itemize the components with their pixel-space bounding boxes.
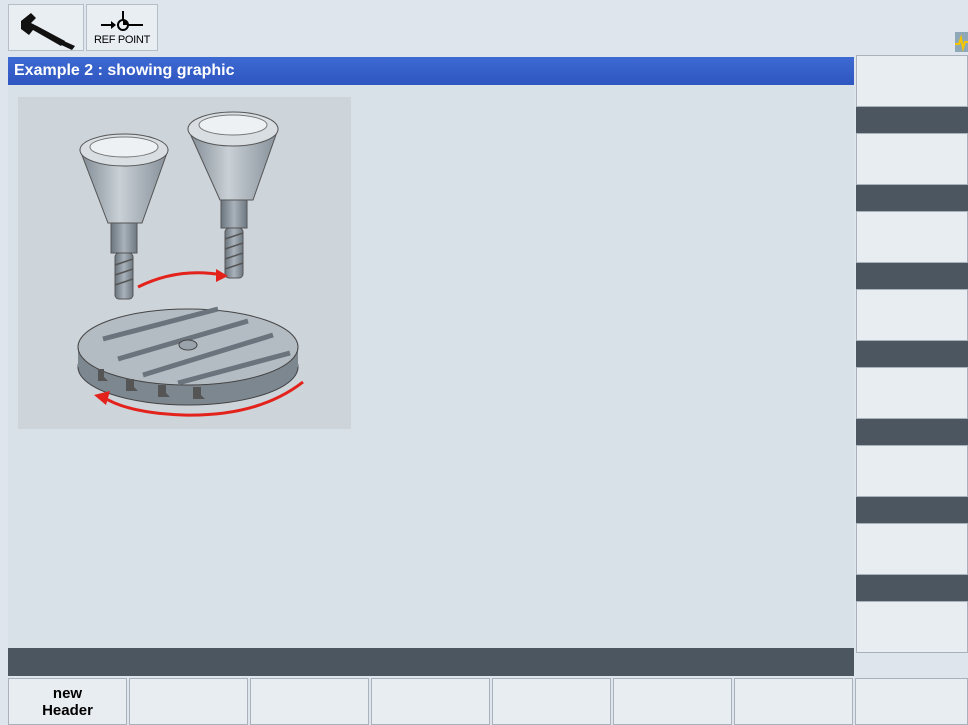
vertical-softkey-3[interactable] bbox=[856, 211, 968, 263]
softkey-divider bbox=[856, 497, 968, 523]
softkey-divider bbox=[856, 575, 968, 601]
horizontal-softkey-6[interactable] bbox=[613, 678, 732, 725]
alarm-status-icon bbox=[955, 32, 968, 52]
vertical-softkey-4[interactable] bbox=[856, 289, 968, 341]
softkey-divider bbox=[856, 107, 968, 133]
tool-left bbox=[79, 133, 169, 300]
separator-bar bbox=[8, 648, 854, 676]
softkey-divider bbox=[856, 263, 968, 289]
vertical-softkeys bbox=[856, 55, 968, 660]
wrench-icon bbox=[21, 13, 75, 50]
horizontal-softkeys: new Header bbox=[8, 678, 968, 725]
ref-point-icon bbox=[101, 11, 143, 31]
softkey-label-line1: new bbox=[52, 685, 83, 702]
horizontal-softkey-8[interactable] bbox=[855, 678, 968, 725]
softkey-label-line2: Header bbox=[42, 702, 93, 719]
horizontal-softkey-7[interactable] bbox=[734, 678, 853, 725]
setup-button[interactable] bbox=[8, 4, 84, 51]
vertical-softkey-1[interactable] bbox=[856, 55, 968, 107]
ref-point-button[interactable]: REF POINT bbox=[86, 4, 158, 51]
window-title: Example 2 : showing graphic bbox=[8, 57, 854, 85]
vertical-softkey-7[interactable] bbox=[856, 523, 968, 575]
vertical-softkey-8[interactable] bbox=[856, 601, 968, 653]
horizontal-softkey-5[interactable] bbox=[492, 678, 611, 725]
softkey-new-header[interactable]: new Header bbox=[8, 678, 127, 725]
horizontal-softkey-3[interactable] bbox=[250, 678, 369, 725]
horizontal-softkey-2[interactable] bbox=[129, 678, 248, 725]
ref-point-label: REF POINT bbox=[94, 34, 150, 46]
rotary-table bbox=[77, 306, 299, 406]
vertical-softkey-6[interactable] bbox=[856, 445, 968, 497]
horizontal-softkey-4[interactable] bbox=[371, 678, 490, 725]
softkey-divider bbox=[856, 185, 968, 211]
tool-right bbox=[187, 111, 279, 279]
rotary-table-graphic bbox=[18, 97, 351, 429]
vertical-softkey-2[interactable] bbox=[856, 133, 968, 185]
softkey-divider bbox=[856, 419, 968, 445]
main-window: Example 2 : showing graphic bbox=[8, 57, 854, 648]
vertical-softkey-5[interactable] bbox=[856, 367, 968, 419]
top-bar: REF POINT bbox=[0, 0, 968, 55]
softkey-divider bbox=[856, 341, 968, 367]
